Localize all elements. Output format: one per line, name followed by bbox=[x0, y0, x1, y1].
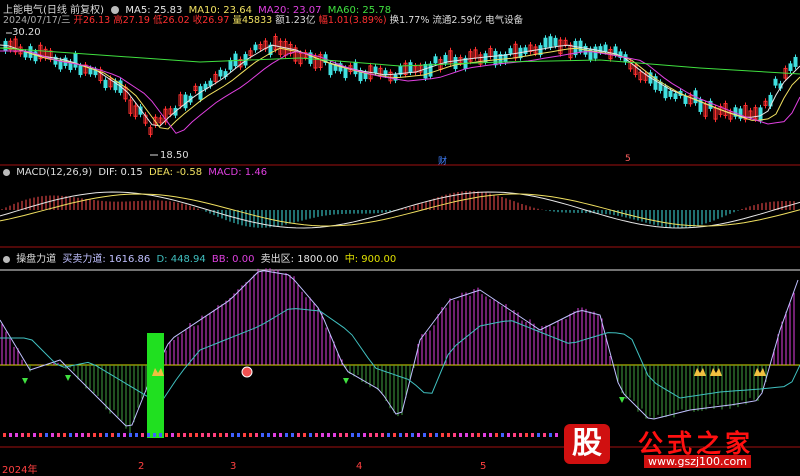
signal-dot-icon bbox=[241, 366, 253, 378]
axis-month-2: 2 bbox=[138, 461, 145, 472]
down-arrow-icon bbox=[22, 378, 28, 384]
site-watermark: 股 公式之家 www.gszj100.com bbox=[560, 420, 800, 475]
crown-signal-icon bbox=[754, 368, 766, 376]
force-mid: 中: 900.00 bbox=[344, 254, 397, 265]
macd-dif: DIF: 0.15 bbox=[98, 167, 143, 178]
axis-month-5: 5 bbox=[480, 461, 487, 472]
crown-signal-icon bbox=[710, 368, 722, 376]
dea-line bbox=[0, 193, 800, 227]
chart-canvas[interactable] bbox=[0, 0, 800, 475]
force-header: 操盘力道 买卖力道: 1616.86 D: 448.94 BB: 0.00 卖出… bbox=[3, 250, 396, 265]
force-toggle-icon[interactable] bbox=[3, 255, 10, 263]
ma5-line bbox=[0, 44, 800, 127]
force-histogram bbox=[1, 268, 795, 434]
macd-header: MACD(12,26,9) DIF: 0.15 DEA: -0.58 MACD:… bbox=[3, 167, 267, 178]
event-marker[interactable]: 5 bbox=[625, 154, 631, 164]
buy-signal-bar bbox=[147, 333, 164, 438]
force-title[interactable]: 操盘力道 bbox=[16, 254, 56, 265]
finance-marker[interactable]: 财 bbox=[438, 154, 447, 167]
force-sell-zone: 卖出区: 1800.00 bbox=[260, 254, 339, 265]
force-value: 买卖力道: 1616.86 bbox=[62, 254, 151, 265]
dif-line bbox=[0, 191, 800, 229]
axis-year: 2024年 bbox=[2, 465, 38, 476]
logo-url: www.gszj100.com bbox=[644, 455, 752, 468]
force-d: D: 448.94 bbox=[156, 254, 206, 265]
high-price-label: 30.20 bbox=[12, 27, 41, 38]
d-line bbox=[0, 308, 800, 405]
macd-toggle-icon[interactable] bbox=[3, 168, 10, 176]
down-arrow-icon bbox=[619, 397, 625, 403]
crown-signal-icon bbox=[694, 368, 706, 376]
macd-title[interactable]: MACD(12,26,9) bbox=[16, 167, 92, 178]
logo-gu-badge: 股 bbox=[564, 424, 610, 464]
axis-month-3: 3 bbox=[230, 461, 237, 472]
macd-value: MACD: 1.46 bbox=[208, 167, 268, 178]
force-bb: BB: 0.00 bbox=[211, 254, 255, 265]
macd-dea: DEA: -0.58 bbox=[148, 167, 203, 178]
axis-month-4: 4 bbox=[356, 461, 363, 472]
down-arrow-icon bbox=[65, 375, 71, 381]
dots-row bbox=[3, 433, 558, 437]
down-arrow-icon bbox=[343, 378, 349, 384]
low-price-label: 18.50 bbox=[160, 150, 189, 161]
